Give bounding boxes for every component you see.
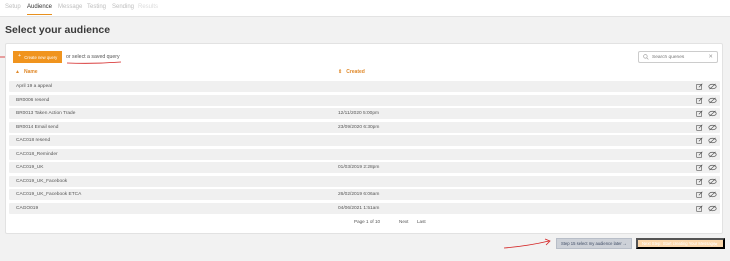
column-header-created-label: Created xyxy=(346,69,365,75)
query-list: April 19 a appeal BR0006 resend BR0013 T… xyxy=(9,81,720,216)
row-created: 26/02/2019 6:06am xyxy=(338,192,380,197)
row-name: April 19 a appeal xyxy=(16,84,53,89)
row-name: CAC019_UK xyxy=(16,165,44,170)
hide-icon[interactable] xyxy=(708,205,717,212)
edit-icon[interactable] xyxy=(696,137,703,144)
tab-audience[interactable]: Audience xyxy=(27,4,53,15)
column-header-created[interactable]: ⇕ Created xyxy=(338,69,365,75)
arrow-right-icon: → xyxy=(622,241,627,247)
hide-icon[interactable] xyxy=(708,178,717,185)
annotation-arrow-bottom xyxy=(503,238,551,249)
table-row[interactable]: CAC019_UK 01/03/2019 2:28pm xyxy=(9,162,720,173)
table-row[interactable]: BR0006 resend xyxy=(9,94,720,106)
edit-icon[interactable] xyxy=(696,191,703,198)
continue-button[interactable]: Next Step: Start creating Your Message ✕ xyxy=(636,238,725,249)
row-name: BR0013 Taken Action Trade xyxy=(16,111,76,116)
edit-icon[interactable] xyxy=(696,110,703,117)
row-name: CAC019_UK_Facebook ETCA xyxy=(16,192,82,197)
page-title: Select your audience xyxy=(5,24,111,36)
edit-icon[interactable] xyxy=(696,96,703,104)
next-step-label: Step 15 select my audience later xyxy=(561,241,622,246)
search-input[interactable] xyxy=(652,54,707,60)
plus-icon: + xyxy=(18,53,22,60)
hide-icon[interactable] xyxy=(708,110,717,117)
hide-icon[interactable] xyxy=(708,83,717,90)
table-row[interactable]: April 19 a appeal xyxy=(9,81,720,92)
table-row[interactable]: CAC019_UK_Facebook ETCA 26/02/2019 6:06a… xyxy=(9,189,720,200)
tab-results[interactable]: Results xyxy=(138,4,158,10)
edit-icon[interactable] xyxy=(696,164,703,171)
continue-label: Next Step: Start creating Your Message xyxy=(642,241,716,246)
table-row[interactable]: BR0013 Taken Action Trade 12/11/2020 5:0… xyxy=(9,108,720,119)
annotation-underline xyxy=(66,61,122,64)
wizard-tabs: Setup Audience Message Testing Sending R… xyxy=(0,0,730,17)
edit-icon[interactable] xyxy=(696,123,703,131)
row-created: 04/06/2021 1:51am xyxy=(338,205,380,211)
row-created: 12/11/2020 5:00pm xyxy=(338,111,379,116)
row-name: CAC018_Reminder xyxy=(16,151,58,157)
table-row[interactable]: CAC019_UK_Facebook xyxy=(9,175,720,187)
next-page-link[interactable]: Next xyxy=(399,219,408,224)
edit-icon[interactable] xyxy=(696,150,703,158)
row-created: 01/03/2019 2:28pm xyxy=(338,165,380,170)
audience-card: + Create new query or select a saved que… xyxy=(5,43,723,234)
create-query-label: Create new query xyxy=(24,54,58,60)
clear-icon[interactable]: ✕ xyxy=(708,54,713,60)
edit-icon[interactable] xyxy=(696,204,703,212)
edit-icon[interactable] xyxy=(696,83,703,90)
hide-icon[interactable] xyxy=(708,164,717,171)
next-step-button[interactable]: Step 15 select my audience later → xyxy=(556,238,632,249)
row-name: CAGO019 xyxy=(16,205,39,211)
table-row[interactable]: CAC018 resend xyxy=(9,135,720,146)
hide-icon[interactable] xyxy=(708,191,717,198)
table-row[interactable]: CAGO019 04/06/2021 1:51am xyxy=(9,202,720,214)
tab-sending[interactable]: Sending xyxy=(112,4,134,10)
last-page-link[interactable]: Last xyxy=(417,219,426,224)
row-name: CAC019_UK_Facebook xyxy=(16,178,68,184)
saved-query-link[interactable]: or select a saved query xyxy=(66,54,120,60)
tab-message[interactable]: Message xyxy=(58,4,82,10)
search-icon xyxy=(643,54,649,60)
close-icon: ✕ xyxy=(713,242,718,248)
column-header-name[interactable]: ▲ Name xyxy=(15,69,38,75)
row-name: BR0014 Email send xyxy=(16,124,59,130)
row-name: CAC018 resend xyxy=(16,138,51,143)
create-query-button[interactable]: + Create new query xyxy=(13,51,62,63)
hide-icon[interactable] xyxy=(708,151,717,158)
hide-icon[interactable] xyxy=(708,97,717,104)
page-indicator: Page 1 of 10 xyxy=(354,219,381,224)
hide-icon[interactable] xyxy=(708,124,717,131)
row-name: BR0006 resend xyxy=(16,97,50,103)
sort-asc-icon: ▲ xyxy=(15,69,20,75)
table-row[interactable]: BR0014 Email send 23/09/2020 6:30pm xyxy=(9,121,720,133)
tab-testing[interactable]: Testing xyxy=(87,4,106,10)
column-header-name-label: Name xyxy=(23,69,38,75)
tab-setup[interactable]: Setup xyxy=(5,4,21,10)
table-row[interactable]: CAC018_Reminder xyxy=(9,148,720,160)
edit-icon[interactable] xyxy=(696,177,703,185)
sort-icon: ⇕ xyxy=(338,69,343,75)
hide-icon[interactable] xyxy=(708,137,717,144)
search-box[interactable]: ✕ xyxy=(638,51,718,63)
row-created: 23/09/2020 6:30pm xyxy=(338,124,380,130)
